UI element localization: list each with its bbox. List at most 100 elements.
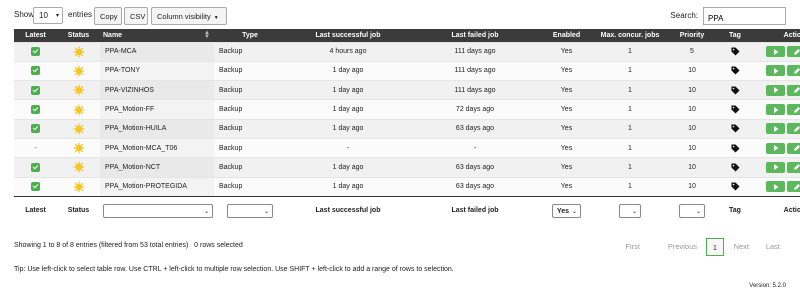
table-row[interactable]: PPA_Motion-PROTEGIDA Backup 1 day ago 63 da… (14, 177, 800, 197)
edit-job-button[interactable] (787, 161, 800, 173)
cell-actions (753, 61, 800, 80)
column-header-tag[interactable]: Tag (717, 29, 753, 42)
footer-actions: Actions (783, 207, 800, 215)
column-visibility-button[interactable]: Column visibility ▼ (151, 7, 227, 25)
edit-job-button[interactable] (787, 104, 800, 116)
cell-status (57, 138, 100, 157)
max-jobs-filter-select[interactable]: ⌄ (619, 203, 641, 218)
cell-status (57, 119, 100, 138)
tag-icon[interactable] (730, 182, 740, 191)
csv-button[interactable]: CSV (124, 7, 148, 25)
latest-none: - (34, 144, 37, 152)
cell-name: PPA_Motion-PROTEGIDA (100, 177, 214, 196)
cell-last-successful-job: 1 day ago (332, 163, 364, 171)
cell-type: Backup (219, 125, 243, 133)
cell-enabled: Yes (560, 144, 573, 152)
cell-latest (14, 177, 57, 196)
run-job-button[interactable] (766, 65, 785, 77)
jobs-table: Latest Status Name ▲ ▼ Type Last successfu… (14, 29, 800, 224)
run-job-button[interactable] (766, 142, 785, 154)
cell-priority: 10 (688, 163, 696, 171)
table-body: PPA-MCA Backup 4 hours ago 111 days ago Yes 1… (14, 42, 800, 197)
cell-tag (717, 158, 753, 177)
name-filter-select[interactable]: ⌄ (103, 203, 213, 218)
chevron-down-icon: ⌄ (203, 208, 209, 215)
cell-latest: - (14, 138, 57, 157)
edit-job-button[interactable] (787, 46, 800, 58)
cell-max-concurrent-jobs: 1 (628, 48, 632, 56)
column-header-status[interactable]: Status (57, 29, 100, 42)
sun-icon (72, 161, 85, 174)
tag-icon[interactable] (730, 163, 740, 172)
column-header-latest[interactable]: Latest (14, 29, 57, 42)
table-row[interactable]: PPA_Motion-NCT Backup 1 day ago 63 days ago… (14, 157, 800, 178)
tag-icon[interactable] (730, 124, 740, 133)
table-filter-row: Latest Status ⌄ ⌄ Last successful job La… (14, 196, 800, 224)
edit-job-button[interactable] (787, 84, 800, 96)
pagination-last[interactable]: Last (766, 242, 780, 251)
cell-max-concurrent-jobs: 1 (628, 163, 632, 171)
table-row[interactable]: PPA-TONY Backup 1 day ago 111 days ago Yes 1 1… (14, 61, 800, 81)
tag-icon[interactable] (730, 86, 740, 95)
search-input[interactable] (703, 7, 786, 25)
pagination-previous[interactable]: Previous (668, 242, 697, 251)
run-job-button[interactable] (766, 84, 785, 96)
tag-icon[interactable] (730, 47, 740, 56)
tag-icon[interactable] (730, 144, 740, 153)
table-row[interactable]: - PPA_Motion-MCA_T06 Backup - - Yes 1 10 (14, 138, 800, 158)
latest-check-icon (31, 162, 40, 172)
cell-tag (717, 81, 753, 100)
sun-icon (72, 84, 85, 96)
column-header-name[interactable]: Name ▲ ▼ (100, 29, 214, 42)
run-job-button[interactable] (766, 46, 785, 58)
priority-filter-select[interactable]: ⌄ (679, 203, 705, 218)
cell-last-successful-job: 1 day ago (332, 67, 364, 75)
copy-button[interactable]: Copy (94, 7, 122, 25)
latest-check-icon (31, 85, 40, 95)
column-header-last-failed-job[interactable]: Last failed job (410, 29, 540, 42)
table-header-row: Latest Status Name ▲ ▼ Type Last successfu… (14, 29, 800, 42)
cell-tag (717, 61, 753, 80)
column-header-priority[interactable]: Priority (667, 29, 717, 42)
column-header-max-concurrent-jobs[interactable]: Max. concur. jobs (593, 29, 667, 42)
run-job-button[interactable] (766, 104, 785, 116)
tag-icon[interactable] (730, 66, 740, 75)
cell-actions (753, 100, 800, 119)
tag-icon[interactable] (730, 105, 740, 114)
cell-last-failed-job: 63 days ago (455, 163, 495, 171)
column-header-last-successful-job[interactable]: Last successful job (286, 29, 410, 42)
entries-label: entries (68, 10, 93, 19)
pagination-next[interactable]: Next (734, 242, 749, 251)
entries-per-page-select[interactable]: 10 ▾ (33, 7, 63, 24)
cell-enabled: Yes (560, 86, 573, 94)
column-header-type[interactable]: Type (214, 29, 286, 42)
cell-enabled: Yes (560, 183, 573, 191)
enabled-filter-select-cell: Yes ⌄ (540, 196, 593, 224)
table-row[interactable]: PPA-VIZINHOS Backup 1 day ago 111 days ago Y… (14, 80, 800, 100)
pagination: First Previous 1 Next Last (616, 238, 786, 256)
cell-status (57, 61, 100, 80)
table-row[interactable]: PPA-MCA Backup 4 hours ago 111 days ago Yes 1… (14, 42, 800, 62)
type-filter-select[interactable]: ⌄ (227, 203, 273, 218)
edit-job-button[interactable] (787, 65, 800, 77)
cell-latest (14, 61, 57, 80)
pagination-page-1[interactable]: 1 (706, 238, 724, 256)
cell-actions (753, 42, 800, 61)
edit-job-button[interactable] (787, 181, 800, 193)
edit-job-button[interactable] (787, 142, 800, 154)
chevron-down-icon: ⌄ (263, 208, 269, 215)
run-job-button[interactable] (766, 123, 785, 135)
run-job-button[interactable] (766, 161, 785, 173)
table-row[interactable]: PPA_Motion-FF Backup 1 day ago 72 days ago Y… (14, 99, 800, 120)
cell-tag (717, 100, 753, 119)
pagination-first[interactable]: First (625, 242, 640, 251)
cell-type: Backup (219, 163, 243, 171)
table-row[interactable]: PPA_Motion-HUILA Backup 1 day ago 63 days a… (14, 119, 800, 139)
run-job-button[interactable] (766, 181, 785, 193)
column-header-enabled[interactable]: Enabled (540, 29, 593, 42)
chevron-down-icon: ▼ (213, 15, 219, 21)
footer-last-failed-job: Last failed job (451, 207, 499, 215)
edit-job-button[interactable] (787, 123, 800, 135)
latest-check-icon (31, 124, 40, 134)
enabled-filter-select[interactable]: Yes ⌄ (552, 203, 581, 218)
